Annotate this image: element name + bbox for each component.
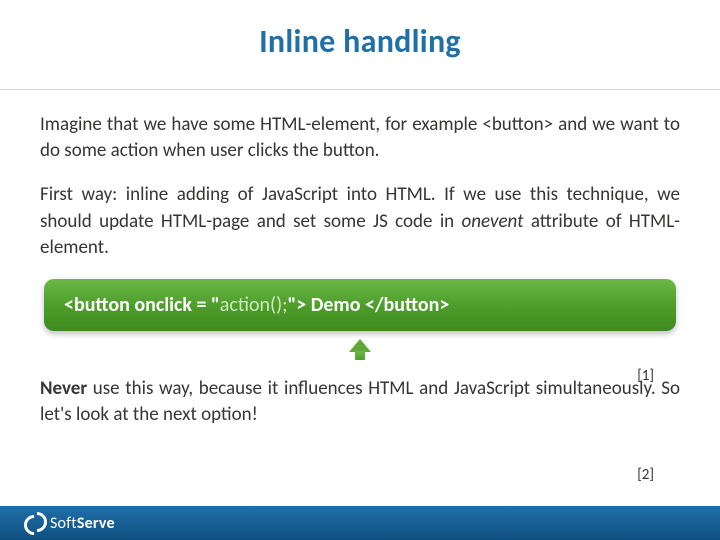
code-example: <button onclick = "action();"> Demo </bu… (44, 279, 676, 331)
footer: SoftServe (0, 506, 720, 540)
reference-2: [2] (637, 466, 654, 484)
reference-1: [1] (637, 367, 654, 385)
slide: Inline handling Imagine that we have som… (0, 0, 720, 540)
paragraph-2-italic: onevent (462, 210, 524, 233)
paragraph-2: First way: inline adding of JavaScript i… (40, 182, 680, 261)
arrow-container (40, 339, 680, 366)
slide-title: Inline handling (40, 22, 680, 61)
arrow-up-icon (349, 339, 371, 361)
code-part-a: <button onclick = " (64, 293, 220, 317)
brand-soft: Soft (50, 514, 77, 533)
code-part-dim: action(); (220, 293, 288, 317)
paragraph-3-rest: use this way, because it influences HTML… (40, 377, 680, 426)
brand-name: SoftServe (50, 514, 115, 533)
brand-serve: Serve (77, 514, 115, 533)
code-part-b: "> Demo </button> (288, 293, 450, 317)
paragraph-1: Imagine that we have some HTML-element, … (40, 112, 680, 164)
paragraph-3-bold: Never (40, 377, 87, 400)
paragraph-3: Never use this way, because it influence… (40, 376, 680, 428)
logo-icon (22, 512, 44, 534)
divider (0, 89, 720, 90)
